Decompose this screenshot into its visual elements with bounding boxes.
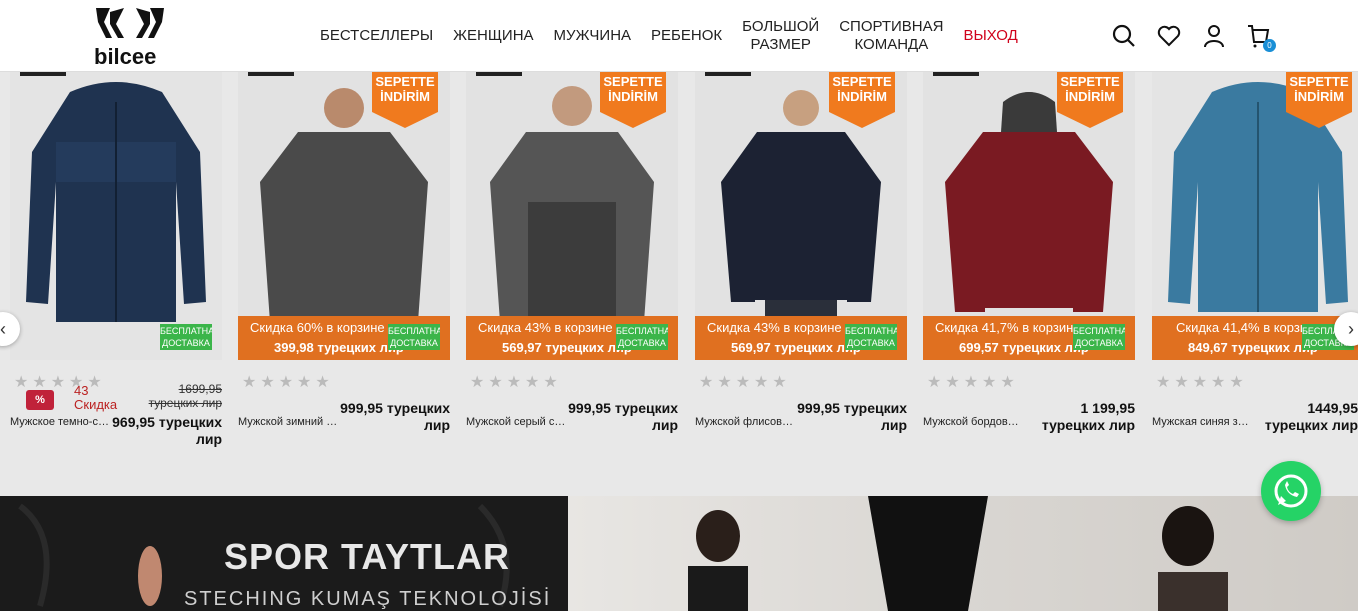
rating-stars: ★★★★★ [927,374,1019,391]
product-price: 1449,95 турецких лир [1264,400,1358,433]
product-price: 1 199,95 турецких лир [1041,400,1135,433]
product-image[interactable]: SEPETTE İNDİRİM Скидка 43% в корзине 569… [466,72,678,360]
product-tag [248,72,294,76]
product-tag [705,72,751,76]
banner-subtitle: STECHING KUMAŞ TEKNOLOJİSİ [184,588,552,610]
product-name[interactable]: Мужской бордов… [923,416,1031,428]
promo-bar: Скидка 60% в корзине 399,98 турецких лир… [238,316,450,360]
product-image[interactable]: БЕСПЛАТНАЯ ДОСТАВКА [10,72,222,360]
product-image[interactable]: SEPETTE İNDİRİM Скидка 41,7% в корзине 6… [923,72,1135,360]
product-name[interactable]: Мужской зимний … [238,416,346,428]
product-price: 969,95 турецких лир [112,414,222,447]
product-card[interactable]: SEPETTE İNDİRİM Скидка 41,7% в корзине 6… [923,72,1135,452]
promo-discount: Скидка 43% в корзине [478,320,613,335]
promo-price: 569,97 турецких лир [502,340,632,355]
discount-percent-icon: % [26,390,54,410]
old-price: 1699,95 турецких лир [148,382,222,410]
product-price: 999,95 турецких лир [568,400,678,433]
rating-stars: ★★★★★ [1156,374,1248,391]
free-shipping-badge: БЕСПЛАТНАЯ ДОСТАВКА [845,324,897,350]
product-tag [933,72,979,76]
free-shipping-badge: БЕСПЛАТНАЯ ДОСТАВКА [616,324,668,350]
logo-wings-icon [96,8,164,38]
product-image[interactable]: SEPETTE İNDİRİM Скидка 41,4% в корзине 8… [1152,72,1358,360]
product-card[interactable]: SEPETTE İNDİRİM Скидка 43% в корзине 569… [695,72,907,452]
bilcee-logo[interactable]: bilcee [90,4,170,69]
promo-price: 849,67 турецких лир [1188,340,1318,355]
free-shipping-badge: БЕСПЛАТНАЯ ДОСТАВКА [160,324,212,350]
nav-men[interactable]: МУЖЧИНА [554,27,632,45]
promo-bar: Скидка 41,7% в корзине 699,57 турецких л… [923,316,1135,360]
nav-women[interactable]: ЖЕНЩИНА [453,27,533,45]
product-carousel: БЕСПЛАТНАЯ ДОСТАВКА ★★★★★ % 43 Скидка 16… [0,72,1358,460]
product-tag [20,72,66,76]
nav-plus-size[interactable]: БОЛЬШОЙ РАЗМЕР [742,18,819,54]
nav-logout[interactable]: ВЫХОД [963,27,1017,45]
nav-bestsellers[interactable]: БЕСТСЕЛЛЕРЫ [320,27,433,45]
banner-photo [568,496,1358,611]
promo-bar: Скидка 43% в корзине 569,97 турецких лир… [466,316,678,360]
header-icons: 0 [1110,22,1290,52]
sepette-indirim-label: SEPETTE İNDİRİM [1289,74,1349,104]
user-icon[interactable] [1200,22,1228,50]
cart-count-badge: 0 [1263,39,1276,52]
promo-discount: Скидка 41,7% в корзине [935,320,1081,335]
promo-discount: Скидка 60% в корзине [250,320,385,335]
heart-icon[interactable] [1155,22,1183,50]
sepette-indirim-label: SEPETTE İNDİRİM [603,74,663,104]
whatsapp-button[interactable] [1261,461,1321,521]
product-image[interactable]: SEPETTE İNDİRİM Скидка 60% в корзине 399… [238,72,450,360]
product-tag [476,72,522,76]
promo-bar: Скидка 43% в корзине 569,97 турецких лир… [695,316,907,360]
product-name[interactable]: Мужская синяя з… [1152,416,1260,428]
nav-kids[interactable]: РЕБЕНОК [651,27,722,45]
sepette-indirim-label: SEPETTE İNDİRİM [375,74,435,104]
promo-price: 569,97 турецких лир [731,340,861,355]
product-card[interactable]: SEPETTE İNDİRİM Скидка 60% в корзине 399… [238,72,450,452]
jacket-image [10,72,222,360]
rating-stars: ★★★★★ [470,374,562,391]
free-shipping-badge: БЕСПЛАТНАЯ ДОСТАВКА [1073,324,1125,350]
product-name[interactable]: Мужское темно-с… [10,416,118,428]
promo-price: 699,57 турецких лир [959,340,1089,355]
promo-discount: Скидка 43% в корзине [707,320,842,335]
product-card[interactable]: БЕСПЛАТНАЯ ДОСТАВКА ★★★★★ % 43 Скидка 16… [10,72,222,452]
promo-price: 399,98 турецких лир [274,340,404,355]
logo-text: bilcee [94,44,157,69]
discount-text: 43 Скидка [74,383,118,412]
nav-sports-team[interactable]: СПОРТИВНАЯ КОМАНДА [839,18,943,54]
product-price: 999,95 турецких лир [797,400,907,433]
cart-icon[interactable]: 0 [1245,22,1276,52]
product-image[interactable]: SEPETTE İNDİRİM Скидка 43% в корзине 569… [695,72,907,360]
rating-stars: ★★★★★ [699,374,791,391]
product-card[interactable]: SEPETTE İNDİRİM Скидка 43% в корзине 569… [466,72,678,452]
models-image [688,496,1228,611]
promo-bar: Скидка 41,4% в корзине 849,67 турецких л… [1152,316,1358,360]
banner-title: SPOR TAYTLAR [224,536,511,577]
site-header: bilcee БЕСТСЕЛЛЕРЫ ЖЕНЩИНА МУЖЧИНА РЕБЕН… [0,0,1358,72]
product-price: 999,95 турецких лир [340,400,450,433]
product-name[interactable]: Мужской флисов… [695,416,803,428]
rating-stars: ★★★★★ [242,374,334,391]
product-name[interactable]: Мужской серый с… [466,416,574,428]
main-nav: БЕСТСЕЛЛЕРЫ ЖЕНЩИНА МУЖЧИНА РЕБЕНОК БОЛЬ… [320,0,1038,72]
promo-discount: Скидка 41,4% в корзине [1176,320,1322,335]
sepette-indirim-label: SEPETTE İNDİRİM [832,74,892,104]
search-icon[interactable] [1110,22,1138,50]
free-shipping-badge: БЕСПЛАТНАЯ ДОСТАВКА [388,324,440,350]
product-card[interactable]: SEPETTE İNDİRİM Скидка 41,4% в корзине 8… [1152,72,1358,452]
sepette-indirim-label: SEPETTE İNDİRİM [1060,74,1120,104]
whatsapp-icon [1274,474,1308,508]
promo-banner[interactable]: SPOR TAYTLAR STECHING KUMAŞ TEKNOLOJİSİ [0,496,1358,611]
